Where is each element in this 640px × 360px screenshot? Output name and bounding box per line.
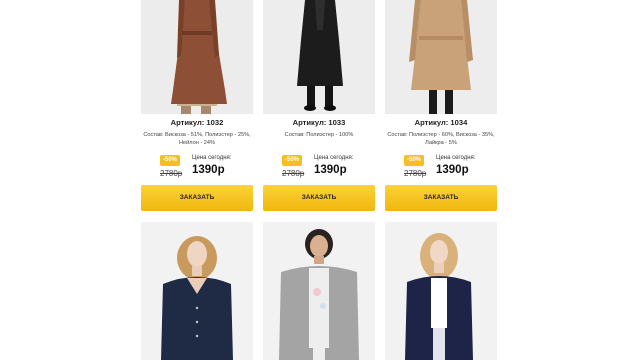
product-photo[interactable] [141,222,253,360]
price-today-label: Цена сегодня: [192,155,232,161]
old-price: 2780р [282,169,305,178]
navy-long-cardigan-image [385,222,497,360]
beige-coat-image [385,0,497,114]
old-price: 2780р [404,169,427,178]
product-photo[interactable] [263,222,375,360]
navy-cardigan-image [141,222,253,360]
black-coat-image [263,0,375,114]
brown-coat-image [141,0,253,114]
product-composition: Состав: Полиэстер - 60%, Вискоза - 35%, … [387,132,495,146]
price-today-label: Цена сегодня: [314,155,354,161]
old-price: 2780р [160,169,183,178]
order-button[interactable]: ЗАКАЗАТЬ [263,185,375,211]
order-button[interactable]: ЗАКАЗАТЬ [385,185,497,211]
product-article: Артикул: 1032 [170,118,224,127]
new-price: 1390р [314,164,347,176]
product-photo[interactable] [385,222,497,360]
product-composition: Состав: Вискоза - 51%, Полиэстер - 25%, … [143,132,251,146]
product-photo[interactable] [385,0,497,114]
new-price: 1390р [436,164,469,176]
product-composition: Состав: Полиэстер - 100% [284,132,354,138]
discount-badge: -50% [160,155,180,166]
order-button[interactable]: ЗАКАЗАТЬ [141,185,253,211]
discount-badge: -50% [404,155,424,166]
product-photo[interactable] [141,0,253,114]
price-today-label: Цена сегодня: [436,155,476,161]
product-article: Артикул: 1033 [292,118,346,127]
grey-cardigan-image [263,222,375,360]
new-price: 1390р [192,164,225,176]
discount-badge: -50% [282,155,302,166]
product-photo[interactable] [263,0,375,114]
product-article: Артикул: 1034 [414,118,468,127]
